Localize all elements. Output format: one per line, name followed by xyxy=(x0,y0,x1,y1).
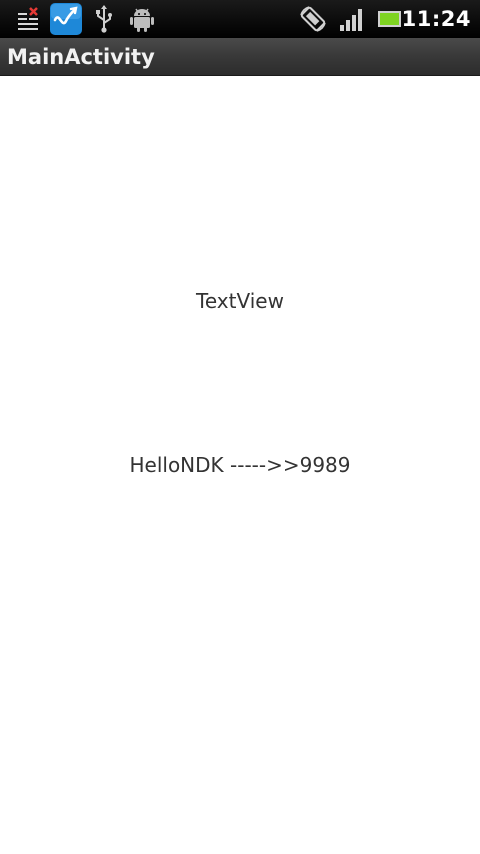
android-debug-icon xyxy=(130,8,154,32)
usb-icon xyxy=(96,5,112,33)
rotate-icon xyxy=(300,6,326,32)
main-content: TextView HelloNDK ----->>9989 xyxy=(0,76,480,854)
signal-icon xyxy=(340,9,362,31)
clock-time: 11:24 xyxy=(401,7,471,31)
hello-ndk-text: HelloNDK ----->>9989 xyxy=(129,453,351,477)
status-bar[interactable]: 11:24 xyxy=(0,0,480,38)
text-view-label: TextView xyxy=(196,289,284,313)
title-bar: MainActivity xyxy=(0,38,480,76)
battery-icon xyxy=(378,11,401,27)
app-notification-icon xyxy=(50,3,82,35)
task-killer-icon xyxy=(18,7,38,30)
page-title: MainActivity xyxy=(7,45,155,69)
